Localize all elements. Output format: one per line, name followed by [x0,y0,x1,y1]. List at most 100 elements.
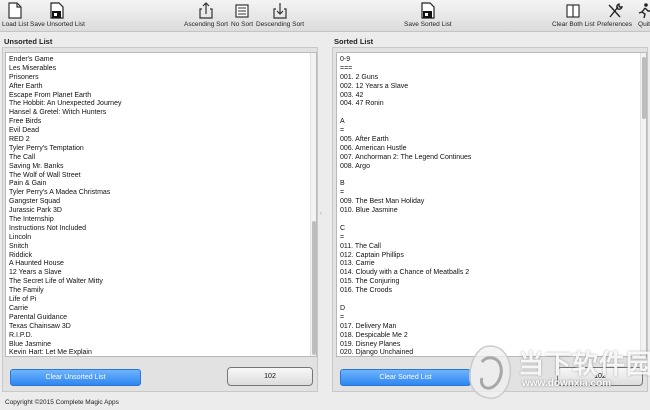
list-item[interactable]: 019. Disney Planes [340,341,646,350]
list-item[interactable]: 012. Captain Phillips [340,252,646,261]
list-item[interactable]: Carrie [9,305,316,314]
list-item[interactable]: The Family [9,287,316,296]
tools-icon [605,0,625,19]
list-item[interactable]: Lincoln [9,234,316,243]
list-item[interactable]: The Secret Life of Walter Mitty [9,278,316,287]
unsorted-items: Ender's Game Les Miserables Prisoners After… [6,53,316,356]
no-sort-button[interactable]: No Sort [231,0,253,32]
save-document-icon [418,0,438,19]
list-item[interactable]: 015. The Conjuring [340,278,646,287]
list-item[interactable] [340,216,646,225]
save-sorted-list-button[interactable]: Save Sorted List [404,0,452,32]
splitter-handle[interactable]: ‹ [319,210,323,218]
list-item[interactable]: 013. Carrie [340,260,646,269]
sorted-count: 102 [557,367,643,386]
unsorted-scrollbar[interactable] [310,53,316,356]
list-item[interactable]: Evil Dead [9,127,316,136]
list-item[interactable]: Pain & Gain [9,180,316,189]
list-item[interactable]: = [340,189,646,198]
unsorted-panel: Ender's Game Les Miserables Prisoners After… [2,47,318,392]
quit-button[interactable]: Quit [634,0,650,32]
list-item[interactable]: The Hobbit: An Unexpected Journey [9,100,316,109]
list-item[interactable]: R.I.P.D. [9,332,316,341]
list-icon [232,0,252,19]
list-item[interactable]: 017. Delivery Man [340,323,646,332]
list-item[interactable]: 001. 2 Guns [340,74,646,83]
list-item[interactable]: 018. Despicable Me 2 [340,332,646,341]
list-item[interactable]: === [340,65,646,74]
list-item[interactable]: 002. 12 Years a Slave [340,83,646,92]
list-item[interactable]: 12 Years a Slave [9,269,316,278]
list-item[interactable]: RED 2 [9,136,316,145]
list-item[interactable]: 020. Django Unchained [340,349,646,356]
columns-icon [563,0,583,19]
list-item[interactable]: Parental Guidance [9,314,316,323]
list-item[interactable]: 016. The Croods [340,287,646,296]
unsorted-listbox[interactable]: Ender's Game Les Miserables Prisoners After… [5,52,317,357]
preferences-button[interactable]: Preferences [597,0,632,32]
list-item[interactable]: Escape From Planet Earth [9,92,316,101]
list-item[interactable]: Gangster Squad [9,198,316,207]
list-item[interactable]: 011. The Call [340,243,646,252]
sorted-listbox[interactable]: 0-9 === 001. 2 Guns 002. 12 Years a Slave 00… [336,52,647,357]
list-item[interactable]: Kevin Hart: Let Me Explain [9,349,316,356]
list-item[interactable]: Saving Mr. Banks [9,163,316,172]
save-document-icon [47,0,67,19]
list-item[interactable]: 014. Cloudy with a Chance of Meatballs 2 [340,269,646,278]
list-item[interactable]: C [340,225,646,234]
document-icon [5,0,25,19]
descending-sort-button[interactable]: Descending Sort [256,0,304,32]
list-item[interactable]: Jurassic Park 3D [9,207,316,216]
list-item[interactable]: Tyler Perry's Temptation [9,145,316,154]
list-item[interactable] [340,296,646,305]
list-item[interactable]: 003. 42 [340,92,646,101]
sorted-scrollbar[interactable] [640,53,646,356]
list-item[interactable]: Les Miserables [9,65,316,74]
share-up-icon [196,0,216,19]
list-item[interactable]: Free Birds [9,118,316,127]
list-item[interactable]: 009. The Best Man Holiday [340,198,646,207]
list-item[interactable]: = [340,127,646,136]
list-item[interactable]: = [340,234,646,243]
list-item[interactable]: After Earth [9,83,316,92]
list-item[interactable]: A [340,118,646,127]
list-item[interactable]: 008. Argo [340,163,646,172]
list-item[interactable]: Snitch [9,243,316,252]
list-item[interactable] [340,109,646,118]
list-item[interactable]: D [340,305,646,314]
list-item[interactable]: A Haunted House [9,260,316,269]
list-item[interactable]: B [340,180,646,189]
list-item[interactable]: 007. Anchorman 2: The Legend Continues [340,154,646,163]
list-item[interactable]: The Call [9,154,316,163]
unsorted-count: 102 [227,367,313,386]
list-item[interactable]: Riddick [9,252,316,261]
list-item[interactable]: The Internship [9,216,316,225]
list-item[interactable]: = [340,314,646,323]
list-item[interactable]: 0-9 [340,56,646,65]
list-item[interactable]: Instructions Not Included [9,225,316,234]
list-item[interactable]: Ender's Game [9,56,316,65]
list-item[interactable]: Life of Pi [9,296,316,305]
list-item[interactable] [340,172,646,181]
clear-sorted-list-button[interactable]: Clear Sorted List [340,369,471,386]
list-item[interactable]: Hansel & Gretel: Witch Hunters [9,109,316,118]
unsorted-scroll-thumb[interactable] [312,221,316,355]
list-item[interactable]: Blue Jasmine [9,341,316,350]
ascending-sort-button[interactable]: Ascending Sort [184,0,228,32]
list-item[interactable]: 006. American Hustle [340,145,646,154]
copyright-footer: Copyright ©2015 Complete Magic Apps [5,399,119,406]
toolbar: Load List Save Unsorted List Ascending S… [0,0,650,32]
clear-unsorted-list-button[interactable]: Clear Unsorted List [10,369,141,386]
list-item[interactable]: Prisoners [9,74,316,83]
save-unsorted-list-button[interactable]: Save Unsorted List [30,0,85,32]
load-list-button[interactable]: Load List [2,0,28,32]
sorted-scroll-thumb[interactable] [642,57,646,119]
list-item[interactable]: 004. 47 Ronin [340,100,646,109]
list-item[interactable]: Tyler Perry's A Madea Christmas [9,189,316,198]
unsorted-list-title: Unsorted List [4,37,53,46]
list-item[interactable]: 005. After Earth [340,136,646,145]
clear-both-list-button[interactable]: Clear Both List [552,0,595,32]
list-item[interactable]: 010. Blue Jasmine [340,207,646,216]
list-item[interactable]: The Wolf of Wall Street [9,172,316,181]
list-item[interactable]: Texas Chainsaw 3D [9,323,316,332]
